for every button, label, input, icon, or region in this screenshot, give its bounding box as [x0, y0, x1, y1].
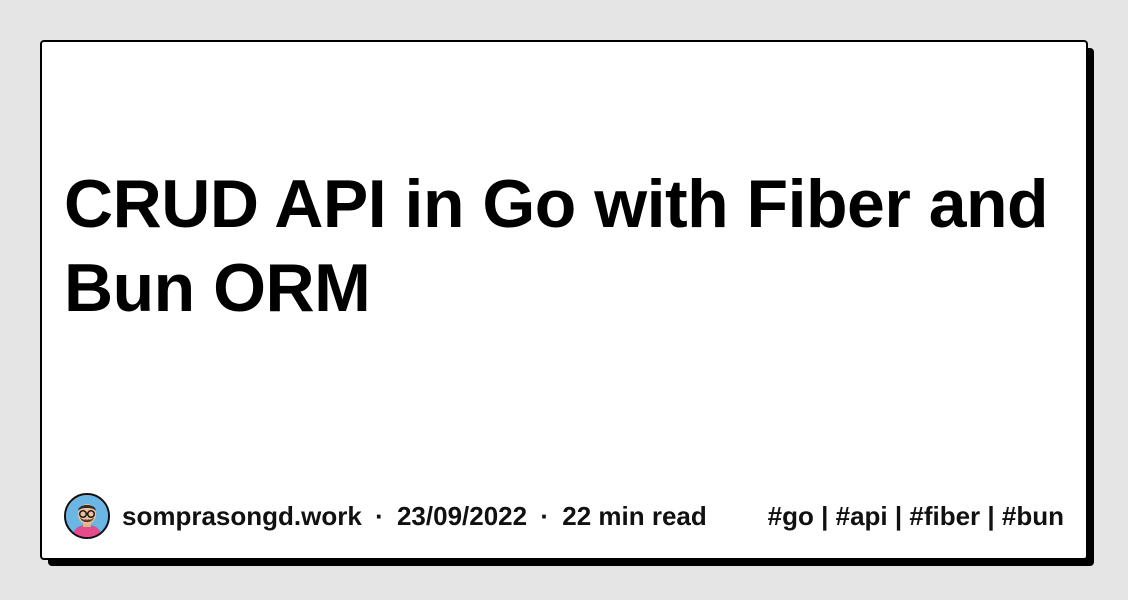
post-title[interactable]: CRUD API in Go with Fiber and Bun ORM [64, 162, 1064, 330]
post-footer: somprasongd.work · 23/09/2022 · 22 min r… [64, 492, 1064, 540]
meta-separator: · [375, 500, 384, 531]
post-meta-text: somprasongd.work · 23/09/2022 · 22 min r… [122, 501, 707, 532]
post-meta: somprasongd.work · 23/09/2022 · 22 min r… [64, 493, 707, 539]
post-card[interactable]: CRUD API in Go with Fiber and Bun ORM so… [40, 40, 1088, 560]
post-date: 23/09/2022 [396, 500, 528, 531]
author-name[interactable]: somprasongd.work [122, 501, 362, 531]
meta-separator: · [540, 500, 550, 531]
avatar-person-glasses-icon [66, 495, 108, 537]
post-tags[interactable]: #go | #api | #fiber | #bun [768, 501, 1064, 532]
read-time: 22 min read [562, 500, 707, 531]
author-avatar-icon[interactable] [64, 493, 110, 539]
